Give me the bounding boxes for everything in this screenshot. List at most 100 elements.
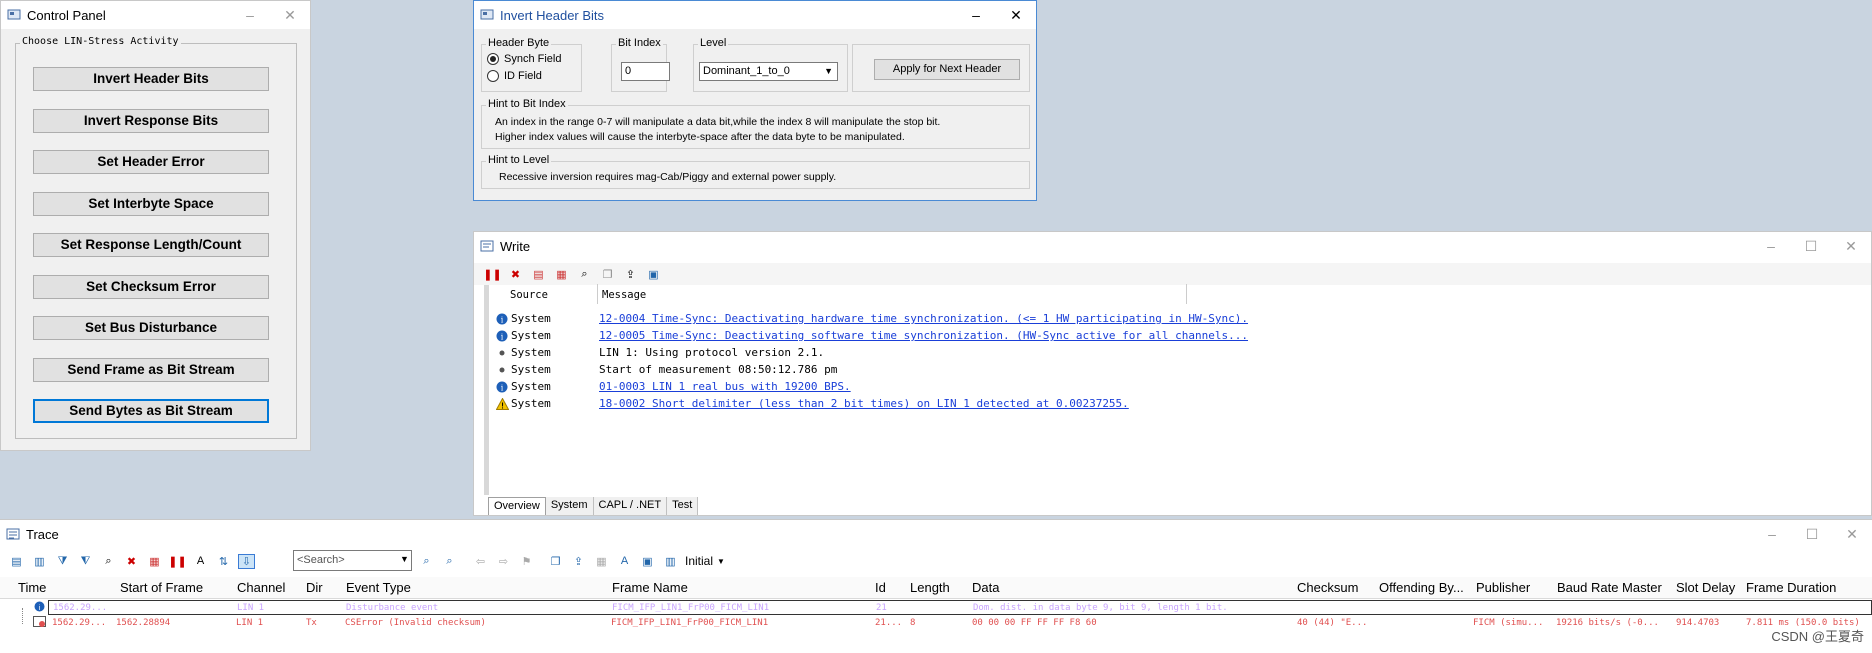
close-icon[interactable]: ✕	[1831, 238, 1871, 255]
column-config-icon[interactable]: ▥	[662, 554, 679, 569]
close-icon[interactable]: ✕	[1832, 526, 1872, 543]
write-message-link[interactable]: 01-0003 LIN 1 real bus with 19200 BPS.	[599, 380, 851, 393]
id-field-radio[interactable]: ID Field	[487, 70, 542, 82]
set-header-error-button[interactable]: Set Header Error	[33, 150, 269, 174]
write-message-link[interactable]: 18-0002 Short delimiter (less than 2 bit…	[599, 397, 1129, 410]
minimize-icon[interactable]: –	[1751, 238, 1791, 255]
hint-bit-line1: An index in the range 0-7 will manipulat…	[495, 116, 941, 128]
cell-event-type: Disturbance event	[346, 603, 439, 613]
col-frame-duration[interactable]: Frame Duration	[1746, 580, 1836, 595]
clear-icon[interactable]: ✖	[507, 267, 524, 282]
tab-system[interactable]: System	[545, 497, 594, 515]
set-checksum-error-button[interactable]: Set Checksum Error	[33, 275, 269, 299]
col-publisher[interactable]: Publisher	[1476, 580, 1530, 595]
save-icon[interactable]: ▣	[645, 267, 662, 282]
initial-label[interactable]: Initial	[685, 554, 713, 568]
cell-channel: LIN 1	[236, 618, 264, 628]
scroll-lock-icon[interactable]: ⇩	[238, 553, 255, 569]
col-frame-name[interactable]: Frame Name	[612, 580, 688, 595]
filter-edit-icon[interactable]: ⧨	[77, 554, 94, 569]
write-row[interactable]: i System 12-0004 Time-Sync: Deactivating…	[495, 310, 1248, 327]
write-row[interactable]: System LIN 1: Using protocol version 2.1…	[495, 344, 824, 361]
maximize-icon[interactable]: ☐	[1792, 526, 1832, 543]
table-row[interactable]: 1562.29... 1562.28894 LIN 1 Tx CSError (…	[48, 616, 1872, 631]
delete-icon[interactable]: ▦	[146, 554, 163, 569]
chevron-down-icon[interactable]: ▼	[717, 557, 725, 566]
col-baud-rate-master[interactable]: Baud Rate Master	[1557, 580, 1662, 595]
set-interbyte-space-button[interactable]: Set Interbyte Space	[33, 192, 269, 216]
close-icon[interactable]: ✕	[996, 7, 1036, 24]
send-frame-bit-stream-button[interactable]: Send Frame as Bit Stream	[33, 358, 269, 382]
columns-icon[interactable]: ▣	[639, 554, 656, 569]
table-row[interactable]: 1562.29... LIN 1 Disturbance event FICM_…	[48, 600, 1872, 615]
write-row[interactable]: ! System 18-0002 Short delimiter (less t…	[495, 395, 1129, 412]
chrono-view-icon[interactable]: ▥	[31, 554, 48, 569]
col-checksum[interactable]: Checksum	[1297, 580, 1358, 595]
marker-icon[interactable]: ⚑	[518, 554, 535, 569]
tab-overview[interactable]: Overview	[488, 497, 546, 515]
export-icon[interactable]: ⇪	[622, 267, 639, 282]
set-response-length-button[interactable]: Set Response Length/Count	[33, 233, 269, 257]
pause-icon[interactable]: ❚❚	[168, 554, 186, 569]
level-select[interactable]: Dominant_1_to_0 ▼	[699, 62, 838, 81]
filter-icon[interactable]: ▤	[530, 267, 547, 282]
minimize-icon[interactable]: –	[1752, 526, 1792, 543]
pause-icon[interactable]: ❚❚	[483, 267, 501, 282]
trace-title: Trace	[26, 526, 59, 542]
write-message-link[interactable]: 12-0004 Time-Sync: Deactivating hardware…	[599, 312, 1248, 325]
detail-view-icon[interactable]: ▤	[8, 554, 25, 569]
bit-index-input[interactable]: 0	[621, 62, 670, 81]
back-icon[interactable]: ⇦	[472, 554, 489, 569]
col-time[interactable]: Time	[18, 580, 46, 595]
time-format-icon[interactable]: A	[192, 554, 209, 569]
layout-icon[interactable]: ▦	[593, 554, 610, 569]
write-source: System	[511, 312, 551, 325]
set-bus-disturbance-button[interactable]: Set Bus Disturbance	[33, 316, 269, 340]
col-dir[interactable]: Dir	[306, 580, 323, 595]
find-icon[interactable]: ⌕	[100, 554, 117, 569]
control-panel-titlebar[interactable]: Control Panel – ✕	[1, 1, 310, 29]
minimize-icon[interactable]: –	[956, 7, 996, 24]
col-data[interactable]: Data	[972, 580, 999, 595]
close-icon[interactable]: ✕	[270, 7, 310, 24]
font-icon[interactable]: A	[616, 554, 633, 569]
write-titlebar[interactable]: Write – ☐ ✕	[474, 232, 1871, 260]
forward-icon[interactable]: ⇨	[495, 554, 512, 569]
find-icon[interactable]: ⌕	[576, 267, 593, 282]
write-row[interactable]: i System 12-0005 Time-Sync: Deactivating…	[495, 327, 1248, 344]
invert-response-bits-button[interactable]: Invert Response Bits	[33, 109, 269, 133]
col-slot-delay[interactable]: Slot Delay	[1676, 580, 1735, 595]
minimize-icon[interactable]: –	[230, 7, 270, 24]
find-prev-icon[interactable]: ⌕	[441, 554, 458, 569]
invert-header-bits-button[interactable]: Invert Header Bits	[33, 67, 269, 91]
invert-header-titlebar[interactable]: Invert Header Bits – ✕	[474, 1, 1036, 29]
write-toolbar: ❚❚ ✖ ▤ ▦ ⌕ ❐ ⇪ ▣	[474, 263, 1871, 285]
col-length[interactable]: Length	[910, 580, 950, 595]
filter-icon[interactable]: ⧩	[54, 554, 71, 569]
col-event-type[interactable]: Event Type	[346, 580, 411, 595]
tab-test[interactable]: Test	[667, 497, 699, 515]
write-row[interactable]: i System 01-0003 LIN 1 real bus with 192…	[495, 378, 851, 395]
sort-icon[interactable]: ⇅	[215, 554, 232, 569]
settings-icon[interactable]: ▦	[553, 267, 570, 282]
write-message-link[interactable]: 12-0005 Time-Sync: Deactivating software…	[599, 329, 1248, 342]
col-offending-byte[interactable]: Offending By...	[1379, 580, 1464, 595]
clear-icon[interactable]: ✖	[123, 554, 140, 569]
bit-index-group: Bit Index 0	[611, 37, 670, 92]
copy-icon[interactable]: ❐	[547, 554, 564, 569]
export-icon[interactable]: ⇪	[570, 554, 587, 569]
synch-field-radio[interactable]: Synch Field	[487, 53, 561, 65]
col-start-of-frame[interactable]: Start of Frame	[120, 580, 203, 595]
col-channel[interactable]: Channel	[237, 580, 285, 595]
write-row[interactable]: System Start of measurement 08:50:12.786…	[495, 361, 837, 378]
find-next-icon[interactable]: ⌕	[418, 554, 435, 569]
copy-icon[interactable]: ❐	[599, 267, 616, 282]
trace-titlebar[interactable]: Trace – ☐ ✕	[0, 520, 1872, 548]
search-input[interactable]: <Search>	[293, 550, 412, 571]
apply-next-header-button[interactable]: Apply for Next Header	[874, 59, 1020, 80]
tab-capl-net[interactable]: CAPL / .NET	[593, 497, 668, 515]
chevron-down-icon[interactable]: ▼	[400, 554, 409, 564]
col-id[interactable]: Id	[875, 580, 886, 595]
maximize-icon[interactable]: ☐	[1791, 238, 1831, 255]
send-bytes-bit-stream-button[interactable]: Send Bytes as Bit Stream	[33, 399, 269, 423]
